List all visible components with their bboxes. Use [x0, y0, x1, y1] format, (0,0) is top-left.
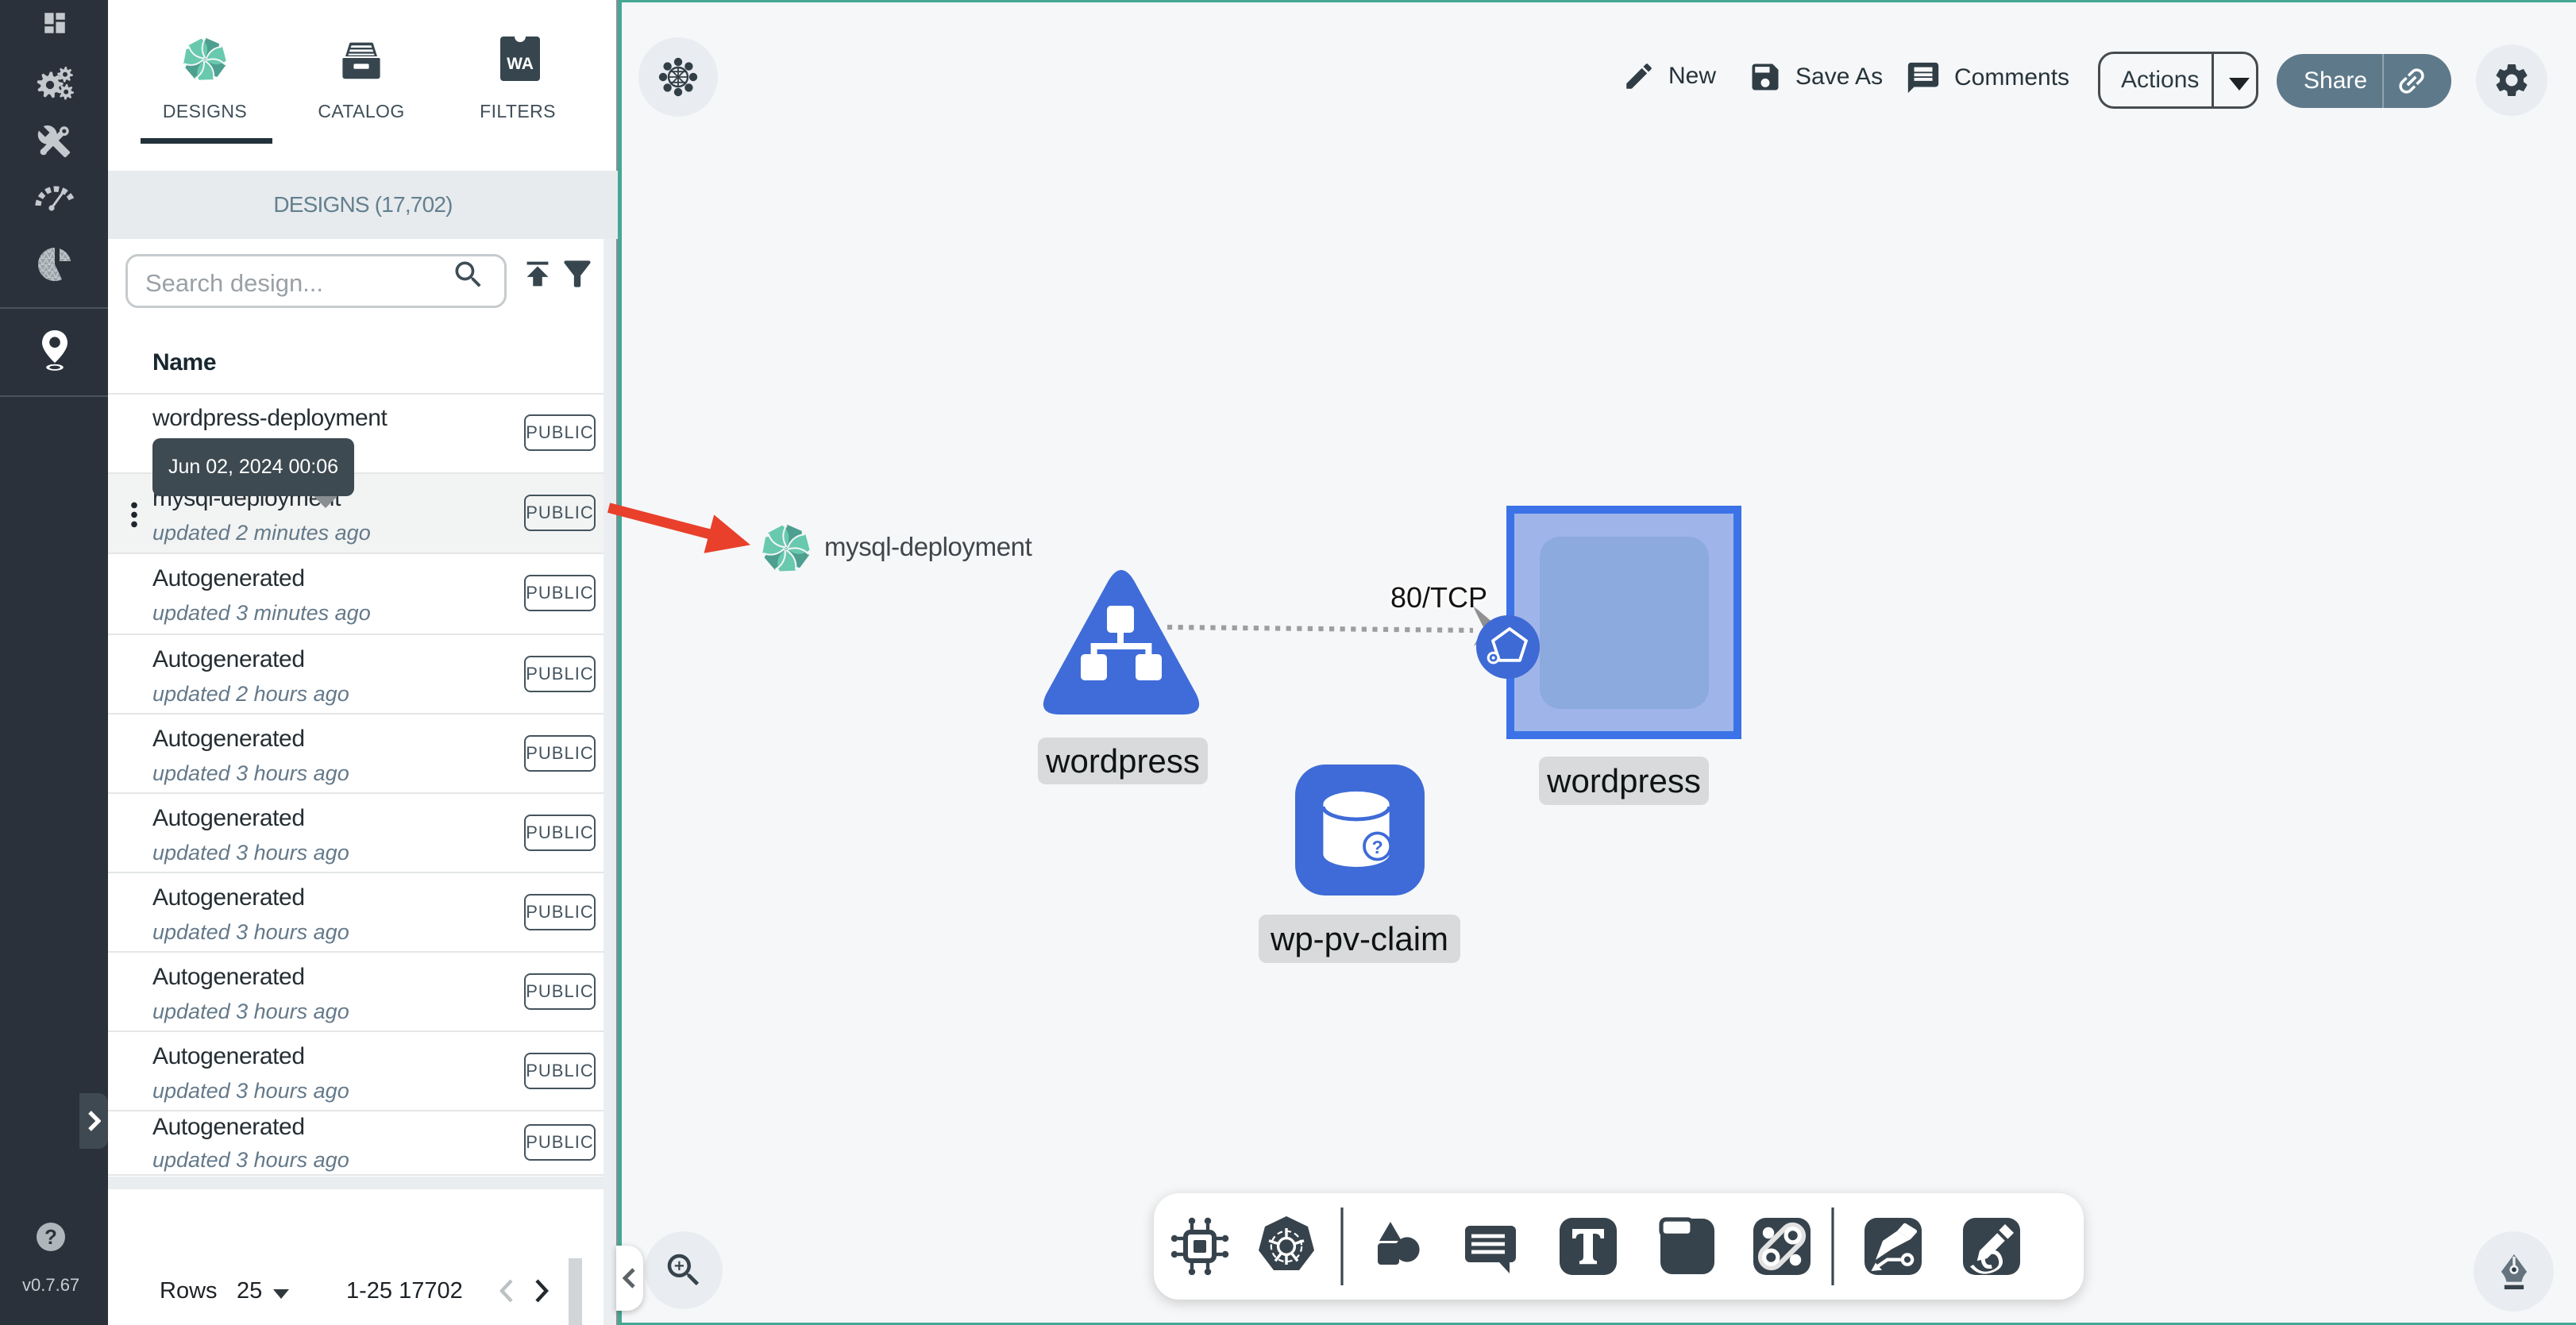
svg-text:?: ? — [1372, 837, 1383, 857]
svg-text:WA: WA — [507, 55, 534, 73]
